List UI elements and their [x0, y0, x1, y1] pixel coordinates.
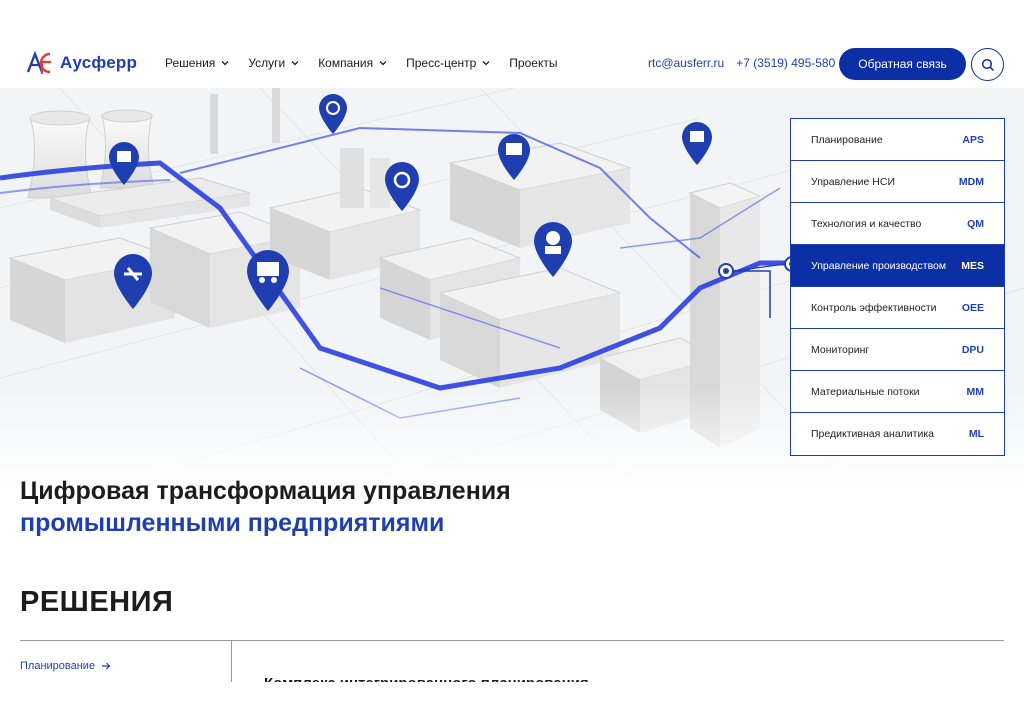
chevron-down-icon	[221, 61, 229, 66]
chevron-down-icon	[291, 61, 299, 66]
solution-label: Предиктивная аналитика	[811, 428, 935, 440]
email-link[interactable]: rtc@ausferr.ru	[648, 56, 724, 70]
solutions-side-link[interactable]: Планирование	[20, 660, 111, 672]
search-button[interactable]	[971, 48, 1004, 81]
chevron-down-icon	[482, 61, 490, 66]
search-icon	[981, 58, 994, 71]
solution-item-mes[interactable]: Управление производством MES	[791, 245, 1004, 287]
nav-item-solutions[interactable]: Решения	[165, 56, 230, 70]
nav-item-press[interactable]: Пресс-центр	[406, 56, 491, 70]
logo-mark-icon	[24, 48, 54, 78]
chevron-down-icon	[379, 61, 387, 66]
site-header: Аусферр Решения Услуги Компания Пресс-це…	[0, 46, 1024, 82]
section-divider	[20, 640, 1004, 641]
solution-item-oee[interactable]: Контроль эффективности OEE	[791, 287, 1004, 329]
nav-label: Компания	[318, 56, 374, 70]
arrow-right-icon	[102, 662, 111, 670]
solution-label: Технология и качество	[811, 217, 922, 230]
hero-title-line2: промышленными предприятиями	[20, 509, 445, 537]
nav-label: Решения	[165, 56, 216, 70]
solution-item-aps[interactable]: Планирование APS	[791, 119, 1004, 161]
solution-code: MES	[961, 259, 984, 272]
solution-code: APS	[962, 133, 984, 146]
solution-label: Планирование	[811, 133, 883, 146]
side-link-label: Планирование	[20, 660, 96, 672]
hero-headline: Цифровая трансформация управления промыш…	[20, 475, 511, 539]
nav-label: Пресс-центр	[406, 56, 477, 70]
contacts: rtc@ausferr.ru +7 (3519) 495-580	[648, 56, 835, 70]
solution-item-qm[interactable]: Технология и качество QM	[791, 203, 1004, 245]
solutions-panel: Планирование APS Управление НСИ MDM Техн…	[790, 118, 1005, 456]
solution-label: Управление производством	[811, 259, 947, 272]
solution-item-mdm[interactable]: Управление НСИ MDM	[791, 161, 1004, 203]
main-nav: Решения Услуги Компания Пресс-центр Прое…	[165, 56, 557, 70]
hero-title-line1: Цифровая трансформация управления	[20, 477, 511, 505]
nav-item-projects[interactable]: Проекты	[509, 56, 557, 70]
solution-code: DPU	[961, 343, 984, 356]
solution-label: Материальные потоки	[811, 385, 920, 398]
nav-label: Проекты	[509, 56, 558, 70]
nav-label: Услуги	[248, 56, 286, 70]
solution-label: Контроль эффективности	[811, 301, 937, 314]
phone-link[interactable]: +7 (3519) 495-580	[736, 56, 835, 70]
solution-label: Мониторинг	[811, 343, 870, 356]
solutions-section-title: РЕШЕНИЯ	[20, 586, 174, 618]
solution-code: MM	[966, 385, 985, 398]
solution-item-dpu[interactable]: Мониторинг DPU	[791, 329, 1004, 371]
viewport-bottom-mask	[0, 682, 1024, 721]
solution-code: QM	[967, 217, 984, 230]
solution-code: OEE	[961, 301, 984, 314]
solution-code: MDM	[958, 175, 984, 188]
solution-label: Управление НСИ	[811, 175, 895, 188]
feedback-button[interactable]: Обратная связь	[839, 48, 966, 80]
nav-item-services[interactable]: Услуги	[248, 56, 300, 70]
logo[interactable]: Аусферр	[24, 48, 137, 78]
solution-code: ML	[968, 428, 984, 440]
solution-item-mm[interactable]: Материальные потоки MM	[791, 371, 1004, 413]
nav-item-company[interactable]: Компания	[318, 56, 388, 70]
solution-item-ml[interactable]: Предиктивная аналитика ML	[791, 413, 1004, 455]
logo-text: Аусферр	[60, 53, 138, 72]
